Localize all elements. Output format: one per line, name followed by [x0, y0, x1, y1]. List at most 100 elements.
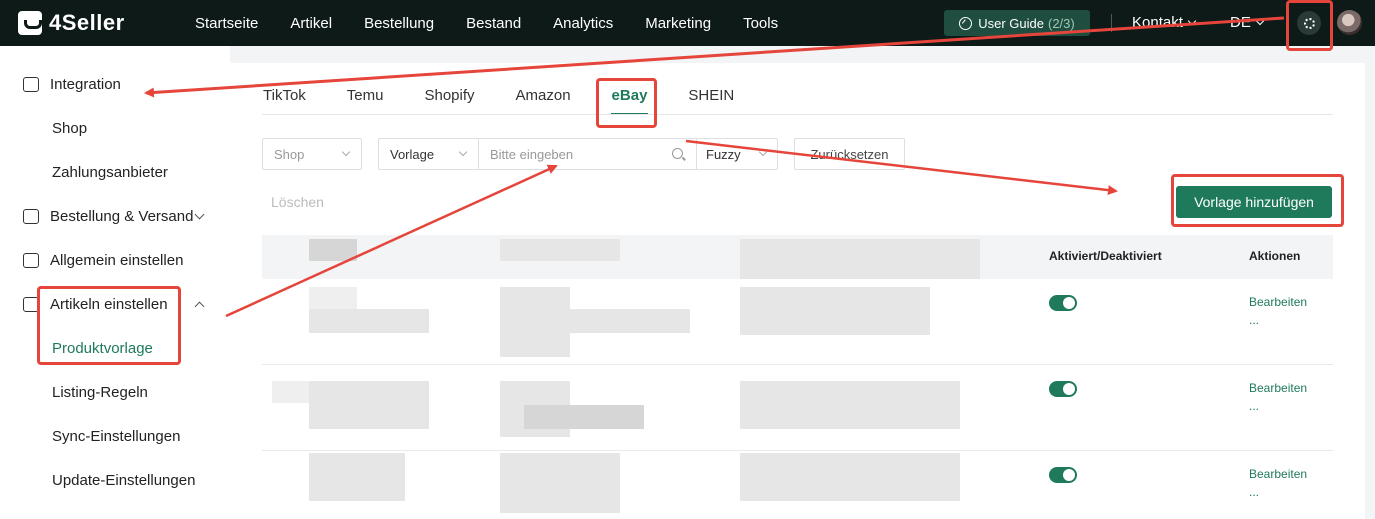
redacted-block: [272, 381, 309, 403]
reset-button[interactable]: Zurücksetzen: [794, 138, 905, 170]
nav-marketing[interactable]: Marketing: [645, 15, 711, 32]
shop-select[interactable]: Shop: [262, 138, 362, 170]
sidebar-item-shop[interactable]: Shop: [0, 106, 230, 150]
compass-icon: [959, 16, 973, 30]
more-actions[interactable]: ...: [1249, 313, 1259, 327]
brand-name: 4Seller: [49, 10, 125, 35]
platform-tabs: TikTok Temu Shopify Amazon eBay SHEIN: [263, 87, 775, 115]
sidebar-item-label: Bestellung & Versand: [50, 207, 194, 225]
redacted-block: [309, 309, 429, 333]
search-input[interactable]: [479, 139, 696, 169]
redacted-block: [740, 287, 930, 335]
store-icon: [23, 77, 39, 92]
sidebar-item-zahlungsanbieter[interactable]: Zahlungsanbieter: [0, 150, 230, 194]
user-guide-progress: (2/3): [1048, 15, 1075, 31]
redacted-block: [309, 381, 429, 429]
table-row: Bearbeiten ...: [262, 365, 1333, 451]
tab-shopify[interactable]: Shopify: [424, 87, 474, 104]
redacted-block: [570, 309, 690, 333]
match-mode-value: Fuzzy: [706, 146, 741, 162]
nav-artikel[interactable]: Artikel: [290, 15, 332, 32]
search-icon[interactable]: [672, 148, 683, 159]
shop-select-placeholder: Shop: [274, 146, 305, 162]
tab-shein[interactable]: SHEIN: [688, 87, 734, 104]
brand-logo[interactable]: 4Seller: [18, 10, 178, 36]
user-guide-button[interactable]: User Guide (2/3): [944, 10, 1090, 36]
chevron-down-icon: [341, 147, 351, 157]
sidebar-item-label: Sync-Einstellungen: [52, 427, 181, 445]
edit-link[interactable]: Bearbeiten: [1249, 295, 1307, 309]
main-nav: Startseite Artikel Bestellung Bestand An…: [195, 15, 810, 32]
sidebar-item-label: Listing-Regeln: [52, 383, 148, 401]
logo-bag-icon: [18, 11, 42, 35]
settings-sidebar: Integration Shop Zahlungsanbieter Bestel…: [0, 46, 230, 519]
contact-label: Kontakt: [1132, 14, 1183, 31]
redacted-block: [524, 405, 644, 429]
sidebar-item-listing-regeln[interactable]: Listing-Regeln: [0, 370, 230, 414]
highlight-add-template: [1171, 174, 1344, 227]
user-avatar[interactable]: [1337, 10, 1362, 35]
redacted-block: [740, 239, 980, 279]
search-combo: Vorlage Fuzzy: [378, 138, 778, 170]
search-field-value: Vorlage: [390, 146, 435, 162]
sidebar-item-label: Shop: [52, 119, 88, 137]
sidebar-item-label: Update-Einstellungen: [52, 471, 196, 489]
sidebar-item-bestellung-versand[interactable]: Bestellung & Versand: [0, 194, 230, 238]
highlight-ebay-tab: [596, 78, 657, 128]
column-header-status: Aktiviert/Deaktiviert: [1049, 249, 1162, 263]
status-toggle[interactable]: [1049, 467, 1077, 483]
more-actions[interactable]: ...: [1249, 485, 1259, 499]
redacted-block: [500, 239, 620, 261]
highlight-produktvorlage: [37, 286, 181, 365]
chevron-down-icon: [194, 209, 205, 220]
user-guide-label: User Guide: [978, 15, 1044, 31]
tab-temu[interactable]: Temu: [347, 87, 384, 104]
delete-button[interactable]: Löschen: [271, 194, 324, 210]
redacted-block: [500, 287, 570, 357]
contact-menu[interactable]: Kontakt: [1132, 14, 1197, 31]
highlight-settings: [1286, 0, 1333, 51]
language-label: DE: [1230, 14, 1251, 31]
redacted-block: [309, 453, 405, 501]
nav-tools[interactable]: Tools: [743, 15, 778, 32]
redacted-block: [740, 381, 960, 429]
edit-link[interactable]: Bearbeiten: [1249, 467, 1307, 481]
template-panel: TikTok Temu Shopify Amazon eBay SHEIN Sh…: [230, 63, 1365, 519]
language-selector[interactable]: DE: [1230, 14, 1265, 31]
chevron-down-icon: [458, 147, 468, 157]
clipboard-check-icon: [23, 209, 39, 224]
table-row: Bearbeiten ...: [262, 451, 1333, 519]
sidebar-item-allgemein[interactable]: Allgemein einstellen: [0, 238, 230, 282]
sidebar-item-label: Integration: [50, 75, 121, 93]
match-mode-select[interactable]: Fuzzy: [696, 139, 778, 169]
tab-amazon[interactable]: Amazon: [516, 87, 571, 104]
sidebar-item-update-einstellungen[interactable]: Update-Einstellungen: [0, 458, 230, 502]
chevron-up-icon: [194, 301, 205, 312]
header-divider: [1111, 14, 1112, 32]
more-actions[interactable]: ...: [1249, 399, 1259, 413]
tabs-divider: [262, 114, 1333, 115]
status-toggle[interactable]: [1049, 381, 1077, 397]
sidebar-item-label: Zahlungsanbieter: [52, 163, 168, 181]
column-header-actions: Aktionen: [1249, 249, 1301, 263]
chevron-down-icon: [758, 147, 768, 157]
chevron-down-icon: [1255, 16, 1265, 26]
top-navigation-bar: 4Seller Startseite Artikel Bestellung Be…: [0, 0, 1375, 46]
sidebar-item-label: Allgemein einstellen: [50, 251, 184, 269]
redacted-block: [309, 239, 357, 261]
edit-link[interactable]: Bearbeiten: [1249, 381, 1307, 395]
nav-bestellung[interactable]: Bestellung: [364, 15, 434, 32]
redacted-block: [500, 453, 620, 513]
status-toggle[interactable]: [1049, 295, 1077, 311]
nav-analytics[interactable]: Analytics: [553, 15, 613, 32]
table-row: Bearbeiten ...: [262, 279, 1333, 365]
tab-tiktok[interactable]: TikTok: [263, 87, 306, 104]
nav-bestand[interactable]: Bestand: [466, 15, 521, 32]
table-header: Aktiviert/Deaktiviert Aktionen: [262, 235, 1333, 279]
sidebar-item-integration[interactable]: Integration: [0, 62, 230, 106]
search-field-select[interactable]: Vorlage: [379, 139, 479, 169]
nav-startseite[interactable]: Startseite: [195, 15, 258, 32]
redacted-block: [309, 287, 357, 311]
printer-icon: [23, 253, 39, 268]
sidebar-item-sync-einstellungen[interactable]: Sync-Einstellungen: [0, 414, 230, 458]
